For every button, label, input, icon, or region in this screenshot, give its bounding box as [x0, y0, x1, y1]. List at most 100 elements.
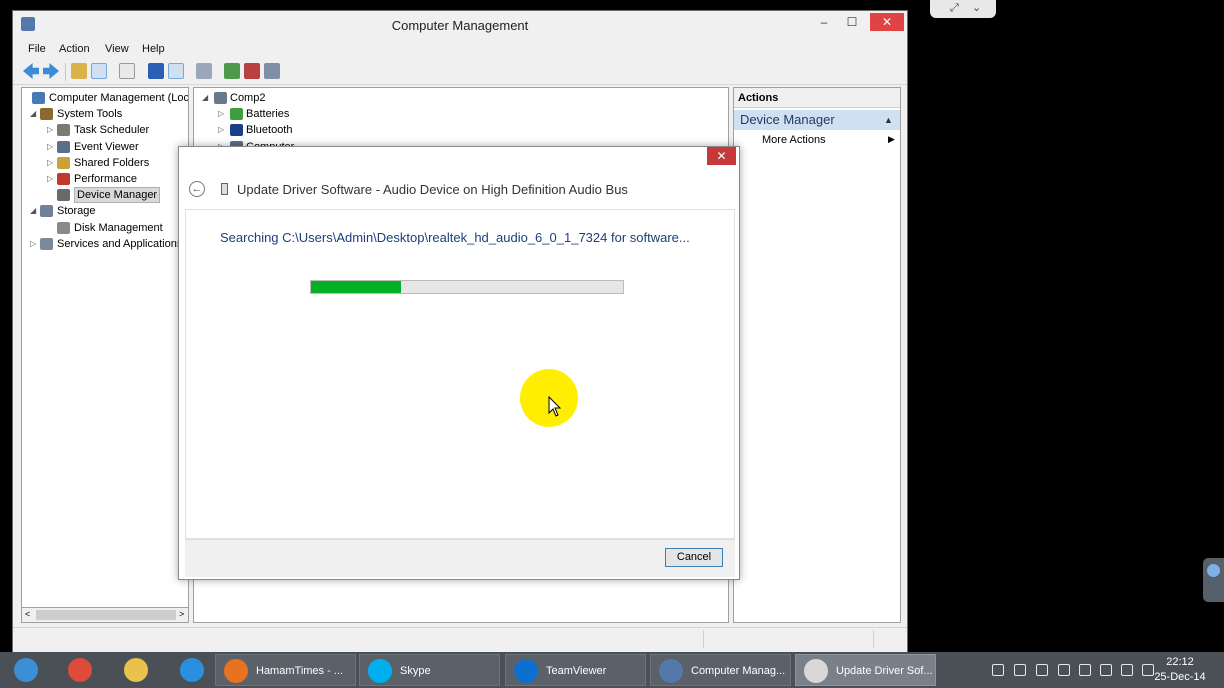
tree-item-label: Computer Management (Local [49, 92, 189, 104]
expand-arrow-icon[interactable]: ▷ [47, 155, 55, 171]
chrome-icon [68, 658, 92, 682]
dialog-footer: Cancel [185, 539, 735, 577]
uninstall-device-icon[interactable] [244, 63, 260, 79]
close-button[interactable]: ✕ [870, 13, 904, 31]
expand-arrow-icon[interactable]: ▷ [47, 122, 55, 138]
collapse-icon[interactable]: ▲ [884, 110, 893, 130]
event-viewer-icon [57, 140, 70, 153]
menu-file[interactable]: File [28, 43, 46, 55]
tree-item[interactable]: ▷ Task Scheduler [22, 122, 188, 138]
computer-management-icon [659, 659, 683, 683]
expand-arrow-icon[interactable]: ▷ [47, 171, 55, 187]
notification-icon[interactable] [1079, 664, 1091, 676]
tree-item[interactable]: Computer Management (Local [22, 90, 189, 106]
tree-item[interactable]: ◢ System Tools [22, 106, 188, 122]
collapse-arrow-icon[interactable]: ◢ [30, 106, 38, 122]
computer-management-icon [32, 92, 45, 104]
menu-help[interactable]: Help [142, 43, 165, 55]
network-icon[interactable] [1121, 664, 1133, 676]
back-arrow-icon[interactable] [23, 63, 39, 79]
status-divider [703, 630, 704, 648]
actions-section-device-manager[interactable]: Device Manager ▲ [734, 110, 900, 130]
taskbar-app-file-explorer[interactable] [112, 654, 160, 686]
taskbar-app-teamviewer[interactable]: TeamViewer [505, 654, 646, 686]
expand-arrow-icon[interactable]: ▷ [30, 236, 38, 252]
services-icon [40, 237, 53, 250]
scan-hardware-icon[interactable] [196, 63, 212, 79]
menu-action[interactable]: Action [59, 43, 90, 55]
flag-icon[interactable] [1100, 664, 1112, 676]
actions-section-label: Device Manager [740, 112, 835, 127]
forward-arrow-icon[interactable] [43, 63, 59, 79]
tree-item[interactable]: ▷ Services and Applications [22, 236, 188, 252]
device-category-item[interactable]: ▷ Batteries [194, 106, 494, 122]
search-progress-bar [310, 280, 624, 294]
tree-item[interactable]: ◢ Storage [22, 203, 188, 219]
security-icon[interactable] [1058, 664, 1070, 676]
maximize-button[interactable]: ☐ [838, 13, 866, 31]
enable-device-icon[interactable] [264, 63, 280, 79]
taskbar-app-computer-management[interactable]: Computer Manag... [650, 654, 791, 686]
tree-item-label: Task Scheduler [74, 124, 150, 137]
device-category-item[interactable]: ▷ Bluetooth [194, 122, 494, 138]
cancel-button[interactable]: Cancel [665, 548, 723, 567]
minimize-button[interactable]: – [810, 13, 838, 31]
screen-recorder-control[interactable]: ⤢ ⌄ [930, 0, 996, 18]
expand-arrow-icon[interactable]: ▷ [47, 139, 55, 155]
resize-icon[interactable]: ⤢ [950, 2, 959, 15]
tree-item[interactable]: Disk Management [22, 220, 188, 236]
scroll-left-icon[interactable]: < [25, 609, 30, 619]
chevron-down-icon[interactable]: ⌄ [972, 1, 981, 14]
status-bar [13, 627, 907, 652]
properties-icon[interactable] [119, 63, 135, 79]
taskbar-app-firefox[interactable]: HamamTimes - ... [215, 654, 356, 686]
device-icon [804, 659, 828, 683]
up-folder-icon[interactable] [71, 63, 87, 79]
device-category-label: Bluetooth [246, 124, 293, 137]
scroll-thumb[interactable] [36, 610, 176, 620]
clock-date[interactable]: 25-Dec-14 [1148, 671, 1212, 683]
action-label: More Actions [762, 134, 826, 146]
tree-item-label: Storage [57, 205, 96, 218]
network-sharing-icon[interactable] [1014, 664, 1026, 676]
show-action-pane-icon[interactable] [168, 63, 184, 79]
update-driver-icon[interactable] [224, 63, 240, 79]
skype-icon [368, 659, 392, 683]
menu-bar: File Action View Help [13, 41, 907, 59]
collapse-arrow-icon[interactable]: ◢ [30, 203, 38, 219]
taskbar-app-chrome[interactable] [56, 654, 104, 686]
tree-item[interactable]: Device Manager [22, 187, 188, 204]
expand-arrow-icon[interactable]: ▷ [218, 106, 226, 122]
action-more-actions[interactable]: More Actions ▶ [762, 134, 898, 150]
teamviewer-side-widget[interactable] [1203, 558, 1224, 602]
tree-item[interactable]: ▷ Event Viewer [22, 139, 188, 155]
taskbar-app-label: Skype [400, 665, 431, 677]
taskbar-app-device[interactable]: Update Driver Sof... [795, 654, 936, 686]
device-category-item[interactable]: ◢ Comp2 [194, 90, 494, 106]
bluetooth-icon[interactable] [992, 664, 1004, 676]
tree-item[interactable]: ▷ Shared Folders [22, 155, 188, 171]
show-hide-tree-icon[interactable] [91, 63, 107, 79]
taskbar-app-skype[interactable]: Skype [359, 654, 500, 686]
taskbar-app-label: HamamTimes - ... [256, 665, 343, 677]
tools-icon [40, 108, 53, 121]
tree-horizontal-scrollbar[interactable]: < > [21, 607, 189, 623]
collapse-arrow-icon[interactable]: ◢ [202, 90, 210, 106]
help-icon[interactable] [148, 63, 164, 79]
expand-arrow-icon[interactable]: ▷ [218, 122, 226, 138]
scroll-right-icon[interactable]: > [179, 609, 184, 619]
volume-muted-icon[interactable] [1036, 664, 1048, 676]
taskbar-app-internet-explorer[interactable] [168, 654, 216, 686]
taskbar-app-people[interactable] [2, 654, 50, 686]
taskbar-app-label: Update Driver Sof... [836, 665, 933, 677]
taskbar-app-label: TeamViewer [546, 665, 607, 677]
title-bar[interactable]: Computer Management – ☐ ✕ [13, 11, 907, 39]
actions-header: Actions [734, 88, 900, 108]
taskbar-app-label: Computer Manag... [691, 665, 786, 677]
dialog-close-button[interactable]: ✕ [707, 147, 736, 165]
clock-time[interactable]: 22:12 [1150, 656, 1210, 668]
back-arrow-icon[interactable]: ← [189, 181, 205, 197]
search-status-message: Searching C:\Users\Admin\Desktop\realtek… [220, 230, 690, 245]
tree-item[interactable]: ▷ Performance [22, 171, 188, 187]
menu-view[interactable]: View [105, 43, 129, 55]
